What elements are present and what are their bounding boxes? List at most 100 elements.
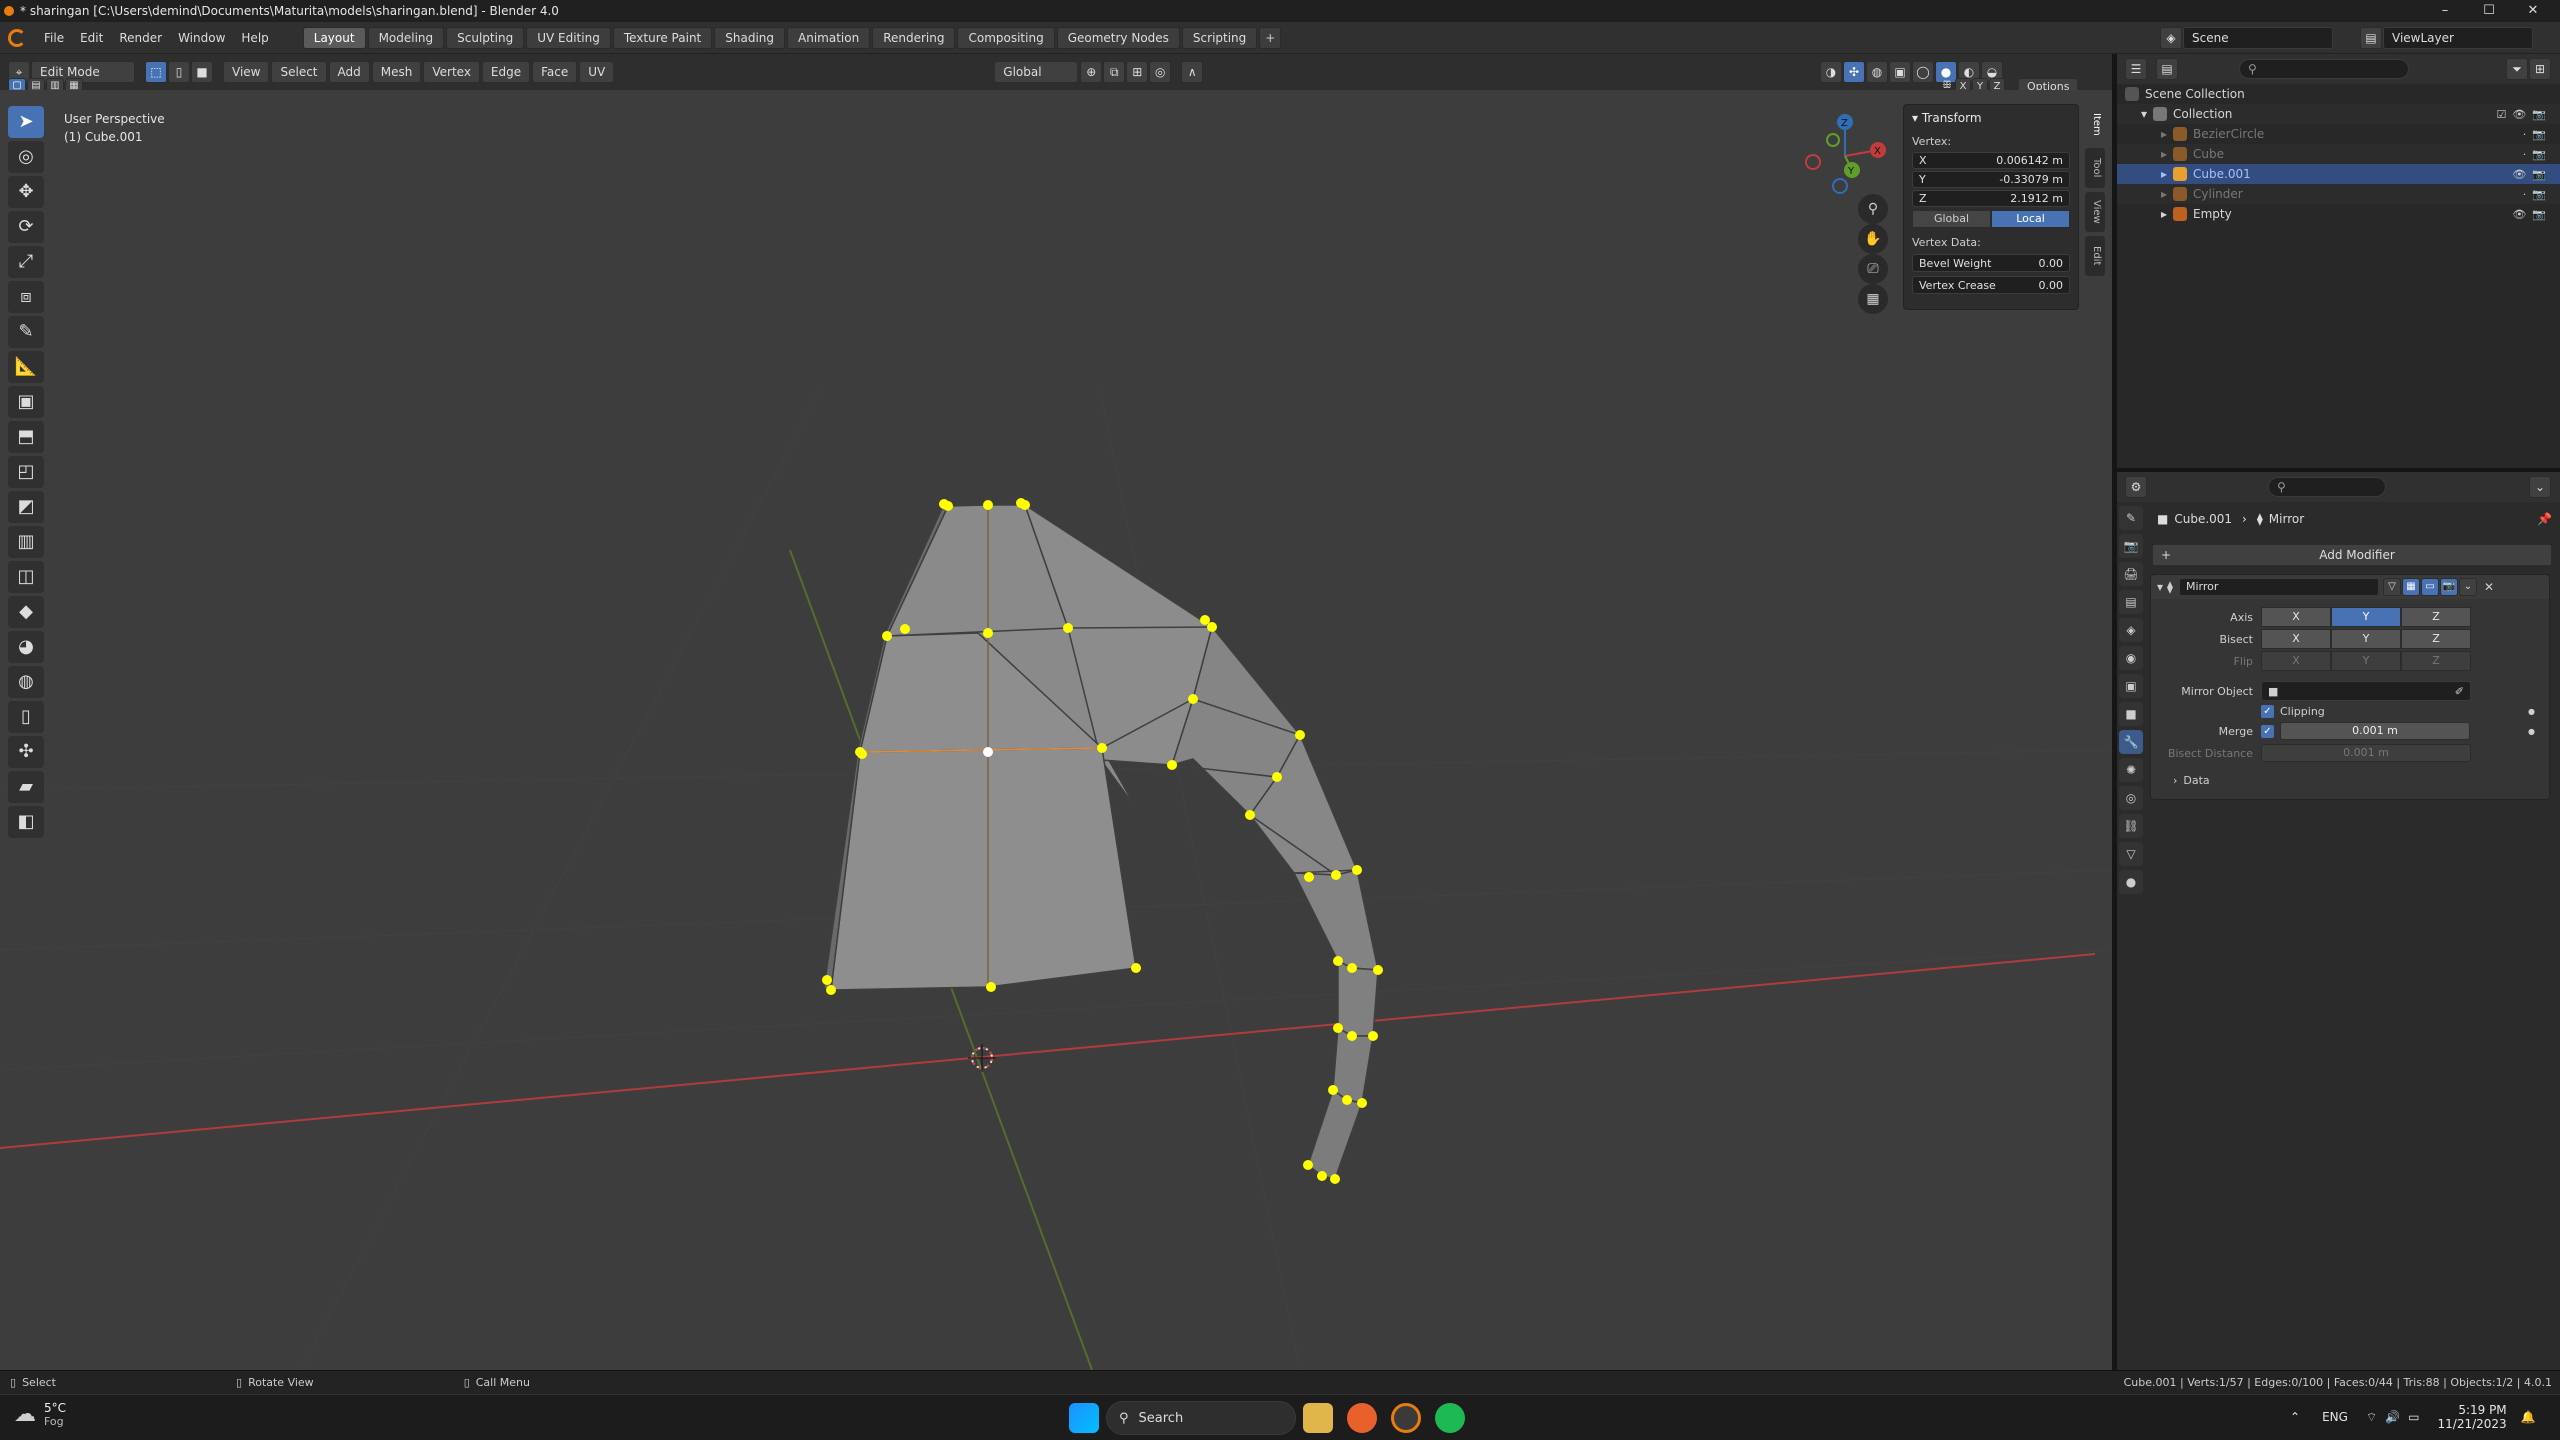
battery-icon[interactable]: ▭ xyxy=(2408,1410,2419,1424)
shrink-fatten-tool-icon[interactable]: ✣ xyxy=(8,736,44,768)
render-tab-icon[interactable]: 📷 xyxy=(2119,534,2143,558)
collection-tab-icon[interactable]: ▣ xyxy=(2119,674,2143,698)
vertex-y-field[interactable]: Y -0.33079 m xyxy=(1912,171,2070,188)
transform-tool-icon[interactable]: ⧈ xyxy=(8,281,44,313)
snap-target-icon[interactable]: ⊞ xyxy=(1126,61,1149,83)
outliner-row-cube[interactable]: ▸ Cube ·📷 xyxy=(2117,144,2560,164)
smooth-tool-icon[interactable]: ◍ xyxy=(8,666,44,698)
display-mode-icon[interactable]: ▤ xyxy=(2156,58,2178,80)
rip-tool-icon[interactable]: ◧ xyxy=(8,806,44,838)
tab-uv-editing[interactable]: UV Editing xyxy=(526,26,611,49)
view-layer-tab-icon[interactable]: ▤ xyxy=(2119,590,2143,614)
menu-edge[interactable]: Edge xyxy=(481,61,531,83)
visibility-icons[interactable]: ·📷 xyxy=(2523,188,2552,201)
wireframe-shading-icon[interactable]: ◯ xyxy=(1912,61,1934,83)
viewport-scene[interactable] xyxy=(0,90,2112,1370)
menu-uv[interactable]: UV xyxy=(579,61,615,83)
output-tab-icon[interactable]: 🖨 xyxy=(2119,562,2143,586)
tab-animation[interactable]: Animation xyxy=(787,26,871,49)
bevel-tool-icon[interactable]: ◩ xyxy=(8,491,44,523)
scene-name[interactable]: Scene xyxy=(2183,27,2333,49)
cage-toggle-icon[interactable]: ▦ xyxy=(2401,578,2420,596)
gizmo-neg-y-axis[interactable] xyxy=(1826,133,1840,147)
bisect-distance-field[interactable]: 0.001 m xyxy=(2261,744,2471,762)
windows-start-icon[interactable] xyxy=(1069,1403,1099,1433)
constraints-tab-icon[interactable]: ⛓ xyxy=(2119,814,2143,838)
tab-sculpting[interactable]: Sculpting xyxy=(446,26,525,49)
axis-x-toggle[interactable]: X xyxy=(2261,607,2331,627)
edit-mode-toggle-icon[interactable]: ▽ xyxy=(2382,578,2401,596)
axis-y-toggle[interactable]: Y xyxy=(2331,607,2401,627)
viewlayer-selector[interactable]: ▤ ViewLayer xyxy=(2360,27,2533,49)
world-tab-icon[interactable]: ◉ xyxy=(2119,646,2143,670)
render-toggle-icon[interactable]: 📷 xyxy=(2439,578,2458,596)
data-tab-icon[interactable]: ▽ xyxy=(2119,842,2143,866)
outliner-editor-icon[interactable]: ☰ xyxy=(2125,58,2147,80)
firefox-icon[interactable] xyxy=(1347,1403,1377,1433)
select-box-tool-icon[interactable]: ➤ xyxy=(8,106,44,138)
measure-tool-icon[interactable]: 📐 xyxy=(8,351,44,383)
bevel-weight-field[interactable]: Bevel Weight 0.00 xyxy=(1912,254,2070,272)
modifier-tab-icon[interactable]: 🔧 xyxy=(2119,730,2143,754)
bisect-y-toggle[interactable]: Y xyxy=(2331,629,2401,649)
vertex-z-field[interactable]: Z 2.1912 m xyxy=(1912,190,2070,207)
mirror-object-field[interactable]: ■ ✐ xyxy=(2261,681,2471,701)
visibility-icons[interactable]: ·📷 xyxy=(2523,148,2552,161)
scene-selector[interactable]: ◈ Scene xyxy=(2160,27,2333,49)
blender-logo-icon[interactable] xyxy=(8,28,26,47)
tab-modeling[interactable]: Modeling xyxy=(367,26,445,49)
ortho-grid-icon[interactable]: ▦ xyxy=(1858,284,1888,314)
menu-view[interactable]: View xyxy=(223,61,270,83)
visibility-icon[interactable]: ◑ xyxy=(1820,61,1842,83)
zoom-icon[interactable]: ⚲ xyxy=(1858,194,1888,224)
menu-window[interactable]: Window xyxy=(170,22,233,54)
active-vertex[interactable] xyxy=(983,747,993,757)
minimize-button[interactable]: – xyxy=(2424,0,2466,22)
vertex-crease-field[interactable]: Vertex Crease 0.00 xyxy=(1912,276,2070,294)
modifier-name-input[interactable]: Mirror xyxy=(2178,578,2379,596)
outliner-row-empty[interactable]: ▸ Empty 👁📷 xyxy=(2117,204,2560,224)
new-collection-icon[interactable]: ⊞ xyxy=(2529,58,2551,80)
tab-view[interactable]: View xyxy=(2085,192,2105,232)
clipping-checkbox[interactable]: ✓ xyxy=(2261,705,2274,718)
properties-editor-icon[interactable]: ⚙ xyxy=(2125,476,2147,498)
bisect-x-toggle[interactable]: X xyxy=(2261,629,2331,649)
proportional-edit-icon[interactable]: ◎ xyxy=(1149,61,1172,83)
blender-taskbar-icon[interactable] xyxy=(1391,1403,1421,1433)
tool-tab-icon[interactable]: ✎ xyxy=(2119,506,2143,530)
object-tab-icon[interactable]: ■ xyxy=(2119,702,2143,726)
bisect-z-toggle[interactable]: Z xyxy=(2401,629,2471,649)
orientation-dropdown[interactable]: Global xyxy=(994,61,1079,83)
add-workspace-button[interactable]: + xyxy=(1259,26,1282,49)
vertex-x-field[interactable]: X 0.006142 m xyxy=(1912,152,2070,169)
volume-icon[interactable]: 🔊 xyxy=(2385,1410,2400,1424)
visibility-icons[interactable]: 👁📷 xyxy=(2512,208,2552,221)
outliner-row-collection[interactable]: ▾ Collection ☑👁📷 xyxy=(2117,104,2560,124)
knife-tool-icon[interactable]: ◫ xyxy=(8,561,44,593)
tray-overflow-icon[interactable]: ⌃ xyxy=(2290,1410,2300,1424)
outliner-row-beziercircle[interactable]: ▸ BezierCircle ·📷 xyxy=(2117,124,2560,144)
collection-visibility-icons[interactable]: ☑👁📷 xyxy=(2496,108,2552,121)
merge-distance-field[interactable]: 0.001 m xyxy=(2280,722,2470,740)
chevron-down-icon[interactable]: ▾ xyxy=(2157,580,2163,594)
maximize-button[interactable]: ☐ xyxy=(2468,0,2510,22)
3d-viewport[interactable]: User Perspective (1) Cube.001 Z X Y ⚲ ✋ … xyxy=(0,90,2112,1370)
face-select-icon[interactable]: ■ xyxy=(191,61,213,83)
tab-edit[interactable]: Edit xyxy=(2085,236,2105,276)
menu-select[interactable]: Select xyxy=(271,61,327,83)
visibility-icons[interactable]: 👁📷 xyxy=(2512,168,2552,181)
rotate-tool-icon[interactable]: ⟳ xyxy=(8,211,44,243)
modifier-menu-icon[interactable]: ⌄ xyxy=(2458,578,2477,596)
gizmo-neg-z-axis[interactable] xyxy=(1832,178,1848,194)
shear-tool-icon[interactable]: ▰ xyxy=(8,771,44,803)
spin-tool-icon[interactable]: ◕ xyxy=(8,631,44,663)
menu-edit[interactable]: Edit xyxy=(72,22,111,54)
filter-icon[interactable]: ⏷ xyxy=(2506,58,2528,80)
tab-tool[interactable]: Tool xyxy=(2085,148,2105,188)
remove-modifier-icon[interactable]: ✕ xyxy=(2484,580,2494,594)
keyframe-dot-icon[interactable]: ● xyxy=(2528,727,2535,736)
viewlayer-name[interactable]: ViewLayer xyxy=(2383,27,2533,49)
tab-scripting[interactable]: Scripting xyxy=(1181,26,1258,49)
snap-icon[interactable]: ⧉ xyxy=(1103,61,1126,83)
poly-build-tool-icon[interactable]: ◆ xyxy=(8,596,44,628)
